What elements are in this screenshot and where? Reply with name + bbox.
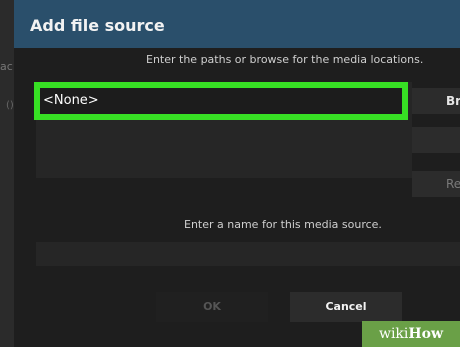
add-file-source-dialog: Add file source Enter the paths or brows…	[14, 0, 460, 347]
source-name-field[interactable]	[36, 242, 460, 266]
background-text: ac	[0, 60, 13, 73]
name-hint: Enter a name for this media source.	[184, 218, 382, 231]
dialog-titlebar: Add file source	[14, 0, 460, 48]
paths-hint: Enter the paths or browse for the media …	[146, 53, 424, 66]
browse-button[interactable]: Br	[412, 88, 460, 114]
dialog-title: Add file source	[30, 16, 165, 35]
watermark-wiki: wiki	[378, 326, 409, 342]
path-list-item-none[interactable]: <None>	[34, 82, 408, 120]
watermark-how: How	[408, 326, 444, 342]
add-button[interactable]	[412, 127, 460, 153]
ok-button[interactable]: OK	[156, 292, 268, 322]
background-text: ()	[6, 100, 14, 111]
wikihow-watermark: wikiHow	[362, 321, 460, 347]
cancel-button[interactable]: Cancel	[290, 292, 402, 322]
remove-button[interactable]: Re	[412, 171, 460, 197]
